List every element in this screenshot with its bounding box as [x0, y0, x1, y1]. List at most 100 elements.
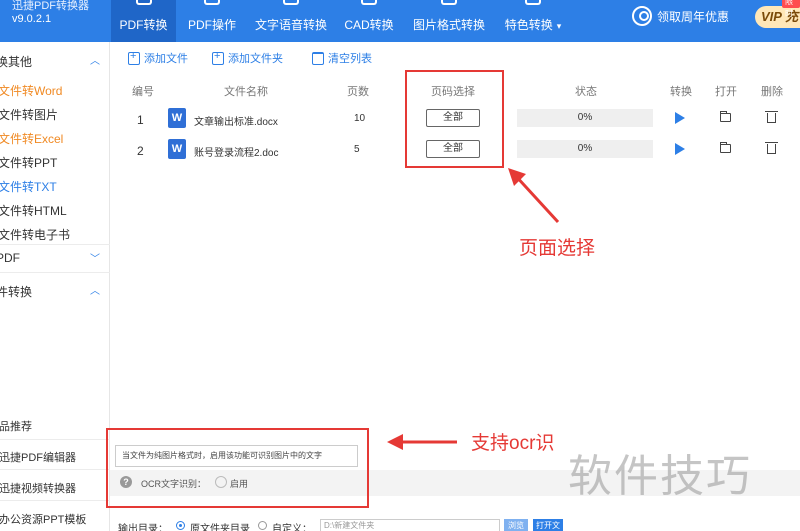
- progress-text: 0%: [577, 112, 593, 123]
- pdf-operate-icon: [204, 0, 220, 5]
- recommend-ppt-templates[interactable]: 办公资源PPT模板: [0, 505, 110, 529]
- sidebar-item-label: 文件转Excel: [0, 132, 64, 146]
- output-path-input[interactable]: D:\新建文件夹: [320, 519, 500, 531]
- divider: [0, 272, 110, 273]
- col-status: 状态: [575, 86, 597, 98]
- promo-link[interactable]: 领取周年优惠: [657, 8, 729, 25]
- special-icon: [525, 0, 541, 5]
- add-file-icon: [128, 50, 140, 65]
- watermark: 软件技巧: [568, 451, 752, 502]
- sidebar-group-pdf[interactable]: PDF ﹀: [0, 246, 110, 270]
- annotation-box-page-select: [405, 70, 504, 168]
- sidebar-group-label: 换其他: [0, 55, 33, 69]
- divider: [0, 244, 110, 245]
- sidebar-item-label: 文件转HTML: [0, 204, 67, 218]
- chevron-up-icon: ︿: [90, 56, 100, 67]
- sidebar-item-to-txt[interactable]: 文件转TXT: [0, 174, 110, 196]
- col-pages: 页数: [347, 86, 369, 98]
- col-open: 打开: [715, 86, 737, 98]
- sidebar-group-other[interactable]: 换其他 ︿: [0, 48, 110, 72]
- sidebar: 换其他 ︿ 文件转Word 文件转图片 文件转Excel 文件转PPT 文件转T…: [0, 42, 110, 531]
- radio-original-folder[interactable]: [176, 521, 185, 530]
- tab-image-format[interactable]: 图片格式转换: [410, 0, 488, 42]
- annotation-label-page-select: 页面选择: [519, 238, 596, 259]
- row-number: 1: [137, 113, 144, 127]
- sidebar-item-label: 文件转TXT: [0, 180, 57, 194]
- play-icon[interactable]: [675, 143, 685, 155]
- tab-cad-convert[interactable]: CAD转换: [336, 0, 402, 42]
- tab-pdf-convert[interactable]: PDF转换: [111, 0, 176, 42]
- pdf-convert-icon: [135, 0, 152, 5]
- add-folder-button[interactable]: 添加文件夹: [212, 50, 283, 70]
- text-speech-icon: [283, 0, 299, 5]
- top-nav-bar: 迅捷PDF转换器 v9.0.2.1 PDF转换 PDF操作 文字语音转换 CAD…: [0, 0, 800, 42]
- browse-button[interactable]: 浏览: [504, 519, 528, 531]
- add-folder-icon: [212, 50, 224, 65]
- tab-pdf-operate[interactable]: PDF操作: [181, 0, 243, 42]
- sidebar-item-to-word[interactable]: 文件转Word: [0, 78, 110, 100]
- file-name: 账号登录流程2.doc: [194, 148, 279, 159]
- tab-label: 特色转换: [504, 18, 553, 32]
- open-folder-button[interactable]: 打开文: [533, 519, 563, 531]
- trash-icon: [312, 52, 324, 65]
- tab-special-convert[interactable]: 特色转换 ▾: [497, 0, 569, 42]
- annotation-arrow: [508, 168, 560, 224]
- radio-custom-label: 自定义：: [272, 524, 312, 531]
- recommend-title: 品推荐: [0, 421, 32, 433]
- word-file-icon: W: [168, 139, 186, 159]
- divider: [0, 439, 110, 440]
- vip-badge: 限时: [782, 0, 800, 18]
- output-directory-row: 输出目录： 原文件夹目录 自定义： D:\新建文件夹 浏览 打开文: [110, 515, 800, 531]
- chevron-down-icon: ▾: [556, 21, 562, 31]
- col-convert: 转换: [670, 86, 692, 98]
- sidebar-item-label: 文件转图片: [0, 108, 59, 122]
- sidebar-item-label: 文件转PPT: [0, 156, 58, 170]
- sidebar-item-label: 文件转电子书: [0, 228, 71, 242]
- progress-bar: 0%: [517, 109, 653, 127]
- sidebar-group-file-convert[interactable]: 件转换 ︿: [0, 278, 110, 302]
- recommend-video-converter[interactable]: 迅捷视频转换器: [0, 474, 110, 498]
- folder-open-icon[interactable]: [720, 142, 731, 153]
- sidebar-item-to-excel[interactable]: 文件转Excel: [0, 126, 110, 148]
- chevron-up-icon: ︿: [90, 286, 100, 297]
- col-filename: 文件名称: [224, 86, 268, 98]
- vip-button[interactable]: VIP 充: [755, 6, 800, 28]
- word-file-icon: W: [168, 108, 186, 128]
- sidebar-item-to-ebook[interactable]: 文件转电子书: [0, 222, 110, 244]
- trash-icon[interactable]: [765, 111, 778, 123]
- trash-icon[interactable]: [765, 142, 778, 154]
- sidebar-item-to-html[interactable]: 文件转HTML: [0, 198, 110, 220]
- file-name: 文章输出标准.docx: [194, 117, 278, 128]
- annotation-box-ocr: [106, 428, 369, 508]
- sidebar-item-to-ppt[interactable]: 文件转PPT: [0, 150, 110, 172]
- tab-label: 图片格式转换: [412, 18, 485, 32]
- clear-list-button[interactable]: 清空列表: [312, 50, 372, 70]
- annotation-label-ocr: 支持ocr识: [471, 433, 555, 454]
- gift-icon[interactable]: [632, 6, 652, 26]
- col-number: 编号: [132, 86, 154, 98]
- app-window: 迅捷PDF转换器 v9.0.2.1 PDF转换 PDF操作 文字语音转换 CAD…: [0, 0, 800, 531]
- radio-original-label: 原文件夹目录: [190, 524, 250, 531]
- sidebar-item-to-image[interactable]: 文件转图片: [0, 102, 110, 124]
- sidebar-item-label: 文件转Word: [0, 84, 63, 98]
- page-count: 5: [354, 144, 360, 155]
- progress-text: 0%: [577, 143, 593, 154]
- annotation-arrow: [387, 434, 457, 450]
- recommend-pdf-editor[interactable]: 迅捷PDF编辑器: [0, 443, 110, 467]
- tab-label: CAD转换: [344, 18, 394, 32]
- tab-label: PDF转换: [119, 18, 168, 32]
- col-delete: 删除: [761, 86, 783, 98]
- app-name: 迅捷PDF转换器: [12, 0, 89, 12]
- row-number: 2: [137, 144, 144, 158]
- tab-text-speech[interactable]: 文字语音转换: [252, 0, 330, 42]
- sidebar-group-label: 件转换: [0, 285, 33, 299]
- page-count: 10: [354, 113, 366, 124]
- radio-custom-folder[interactable]: [258, 521, 267, 530]
- folder-open-icon[interactable]: [720, 111, 731, 122]
- sidebar-group-label: PDF: [0, 251, 20, 265]
- output-label: 输出目录：: [118, 524, 168, 531]
- play-icon[interactable]: [675, 112, 685, 124]
- add-file-button[interactable]: 添加文件: [128, 50, 188, 70]
- tab-label: PDF操作: [187, 18, 236, 32]
- chevron-down-icon: ﹀: [90, 254, 100, 265]
